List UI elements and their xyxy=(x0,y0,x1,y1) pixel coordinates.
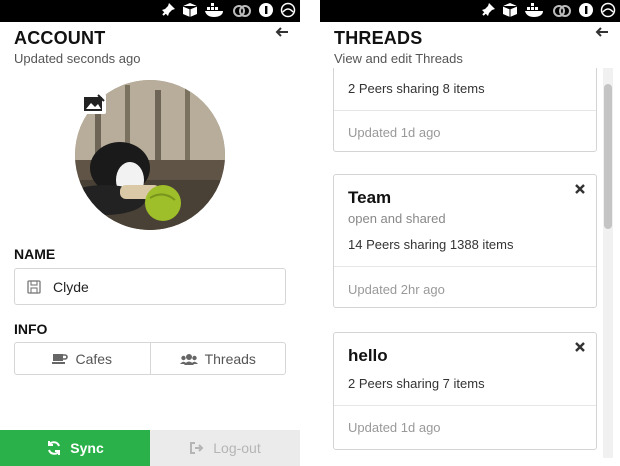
account-panel: ACCOUNT Updated seconds ago NAME Clyde I… xyxy=(0,0,300,466)
pin-icon[interactable] xyxy=(480,2,496,18)
thread-peers: 14 Peers sharing 1388 items xyxy=(348,237,514,252)
page-title: ACCOUNT xyxy=(14,28,106,48)
sync-button[interactable]: Sync xyxy=(0,430,150,466)
thread-card[interactable]: Team open and shared 14 Peers sharing 13… xyxy=(333,174,597,308)
docker-icon[interactable] xyxy=(524,2,546,18)
name-label: NAME xyxy=(14,246,56,262)
info-label: INFO xyxy=(14,321,48,337)
edit-photo-icon[interactable] xyxy=(82,94,106,114)
thread-description: open and shared xyxy=(348,211,446,226)
threads-label: Threads xyxy=(204,350,256,367)
close-icon[interactable] xyxy=(574,183,586,195)
scrollbar-thumb[interactable] xyxy=(604,84,612,229)
bottom-bar: Sync Log-out xyxy=(0,430,300,466)
threads-button[interactable]: Threads xyxy=(149,343,286,374)
threads-list[interactable]: 2 Peers sharing 8 items Updated 1d ago T… xyxy=(320,68,620,466)
thread-updated: Updated 1d ago xyxy=(348,420,441,435)
sign-out-icon xyxy=(190,442,204,454)
onepassword-icon[interactable] xyxy=(578,2,594,18)
refresh-icon xyxy=(48,441,61,455)
save-icon xyxy=(27,279,41,294)
avatar[interactable] xyxy=(75,80,225,230)
page-subtitle: Updated seconds ago xyxy=(14,51,141,66)
sync-label: Sync xyxy=(70,440,104,456)
tray-icons xyxy=(480,2,616,18)
creative-cloud-icon[interactable] xyxy=(552,2,572,18)
back-arrow-icon[interactable] xyxy=(594,24,610,40)
menu-bar xyxy=(320,0,620,22)
docker-icon[interactable] xyxy=(204,2,226,18)
thread-updated: Updated 1d ago xyxy=(348,125,441,140)
logout-button[interactable]: Log-out xyxy=(150,430,300,466)
tray-icons xyxy=(160,2,296,18)
speed-icon[interactable] xyxy=(280,2,296,18)
card-divider xyxy=(334,405,596,406)
menu-bar xyxy=(0,0,300,22)
thread-peers: 2 Peers sharing 7 items xyxy=(348,376,485,391)
back-arrow-icon[interactable] xyxy=(274,24,290,40)
close-icon[interactable] xyxy=(574,341,586,353)
threads-panel: THREADS View and edit Threads 2 Peers sh… xyxy=(320,0,620,466)
coffee-cup-icon xyxy=(52,354,69,364)
panel-gap xyxy=(300,0,320,466)
users-icon xyxy=(179,353,198,365)
info-buttons: Cafes Threads xyxy=(14,342,286,375)
name-field[interactable]: Clyde xyxy=(14,268,286,305)
thread-updated: Updated 2hr ago xyxy=(348,282,445,297)
page-title: THREADS xyxy=(334,28,423,48)
thread-name: hello xyxy=(348,346,388,365)
name-value: Clyde xyxy=(53,278,89,295)
speed-icon[interactable] xyxy=(600,2,616,18)
pin-icon[interactable] xyxy=(160,2,176,18)
package-icon[interactable] xyxy=(502,2,518,18)
cafes-button[interactable]: Cafes xyxy=(15,343,150,374)
card-divider xyxy=(334,110,596,111)
logout-label: Log-out xyxy=(213,440,261,456)
cafes-label: Cafes xyxy=(75,350,113,367)
thread-name: Team xyxy=(348,188,392,207)
thread-card[interactable]: 2 Peers sharing 8 items Updated 1d ago xyxy=(333,68,597,152)
package-icon[interactable] xyxy=(182,2,198,18)
onepassword-icon[interactable] xyxy=(258,2,274,18)
creative-cloud-icon[interactable] xyxy=(232,2,252,18)
thread-peers: 2 Peers sharing 8 items xyxy=(348,81,485,96)
card-divider xyxy=(334,266,596,267)
thread-card[interactable]: hello 2 Peers sharing 7 items Updated 1d… xyxy=(333,332,597,450)
page-subtitle: View and edit Threads xyxy=(334,51,463,66)
